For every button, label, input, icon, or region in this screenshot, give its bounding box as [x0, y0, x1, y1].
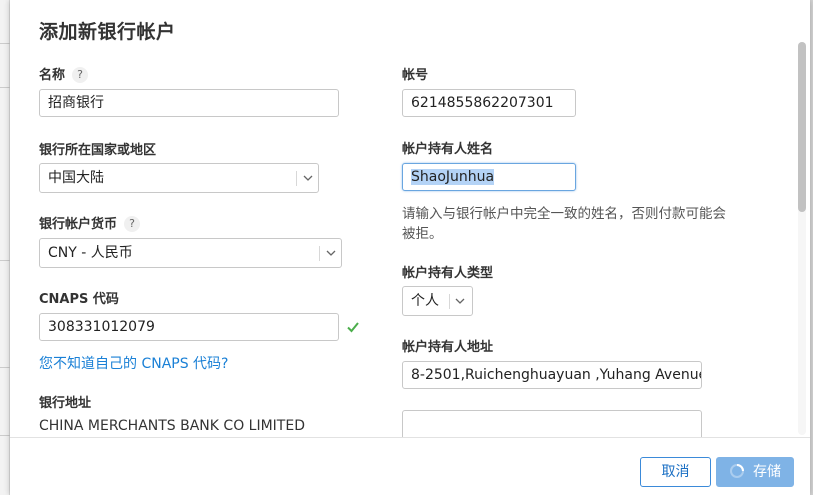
holder-name-value: ShaoJunhua [411, 169, 495, 185]
dialog-title: 添加新银行帐户 [39, 21, 176, 43]
select-divider [319, 246, 320, 261]
save-button[interactable]: 存储 [716, 457, 794, 487]
chevron-down-icon [302, 164, 314, 192]
cnaps-label: CNAPS 代码 [39, 292, 119, 307]
backdrop-divider [0, 435, 10, 436]
loading-spinner-icon [730, 464, 744, 478]
backdrop-divider [0, 87, 10, 88]
currency-label: 银行帐户货币? [39, 213, 141, 232]
backdrop-divider [0, 43, 10, 44]
select-divider [449, 294, 450, 309]
holder-type-label: 帐户持有人类型 [402, 266, 494, 281]
scrollbar-thumb[interactable] [798, 42, 806, 212]
chevron-down-icon [325, 239, 337, 267]
chevron-down-icon [454, 287, 466, 315]
country-label: 银行所在国家或地区 [39, 143, 157, 158]
holder-address-input[interactable]: 8-2501,Ruichenghuayuan ,Yuhang Avenue [402, 361, 702, 389]
holder-type-value: 个人 [411, 293, 439, 309]
currency-label-text: 银行帐户货币 [39, 217, 118, 232]
checkmark-icon [347, 322, 359, 333]
holder-name-input[interactable]: ShaoJunhua [402, 163, 576, 191]
account-number-label: 帐号 [402, 68, 429, 83]
account-number-input[interactable]: 6214855862207301 [402, 89, 576, 117]
backdrop-panel [0, 0, 10, 495]
save-button-label: 存储 [753, 464, 781, 480]
country-select[interactable]: 中国大陆 [39, 163, 319, 193]
add-bank-account-dialog: 添加新银行帐户 名称? 招商银行 银行所在国家或地区 中国大陆 银行帐户货币? … [10, 0, 810, 495]
name-label: 名称? [39, 64, 89, 83]
bank-address-label: 银行地址 [39, 396, 92, 411]
dialog-footer: 取消 存储 [10, 437, 810, 495]
scrollbar[interactable] [798, 42, 806, 435]
help-icon[interactable]: ? [72, 67, 89, 83]
cnaps-help-link[interactable]: 您不知道自己的 CNAPS 代码? [39, 353, 229, 373]
cancel-button[interactable]: 取消 [640, 457, 711, 487]
holder-address-label: 帐户持有人地址 [402, 340, 494, 355]
backdrop-divider [0, 367, 10, 368]
country-select-value: 中国大陆 [48, 170, 104, 186]
holder-name-label: 帐户持有人姓名 [402, 142, 494, 157]
help-icon[interactable]: ? [124, 216, 141, 232]
cnaps-input[interactable]: 308331012079 [39, 313, 339, 341]
backdrop-divider [0, 260, 10, 261]
select-divider [296, 171, 297, 186]
holder-name-hint: 请输入与银行帐户中完全一致的姓名，否则付款可能会被拒。 [402, 206, 726, 242]
currency-select[interactable]: CNY - 人民币 [39, 238, 342, 268]
bank-address-value: CHINA MERCHANTS BANK CO LIMITED [39, 418, 305, 434]
holder-type-select[interactable]: 个人 [402, 286, 473, 316]
bank-name-input[interactable]: 招商银行 [39, 89, 339, 117]
currency-select-value: CNY - 人民币 [48, 245, 133, 261]
name-label-text: 名称 [39, 68, 66, 83]
